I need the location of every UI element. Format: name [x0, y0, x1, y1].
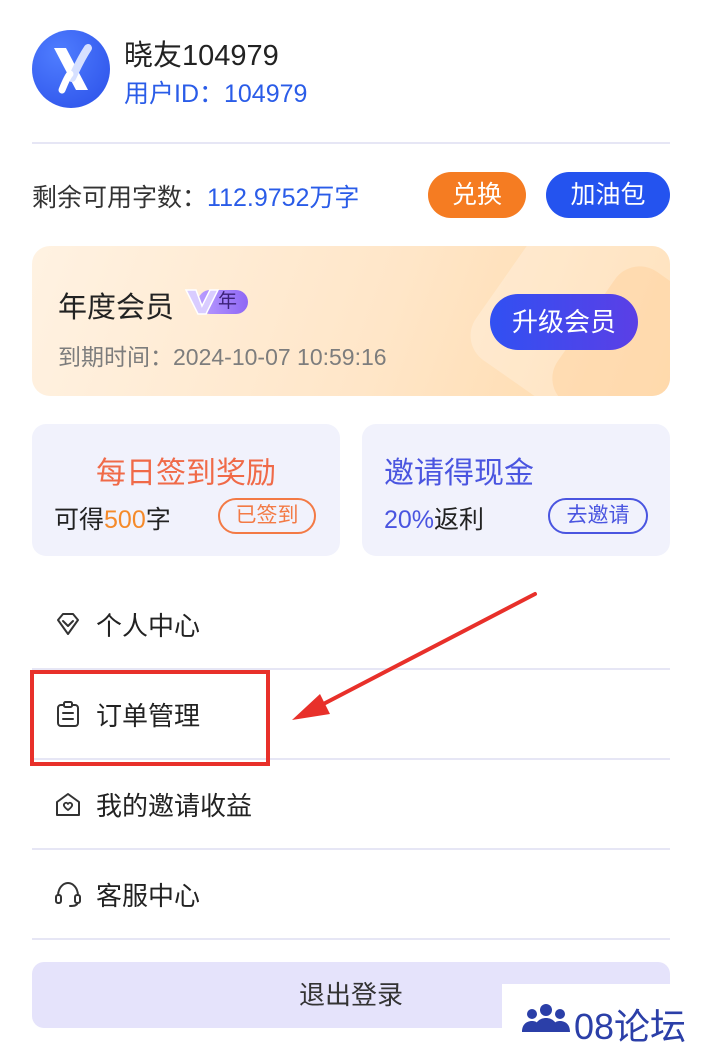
envelope-heart-icon — [56, 793, 80, 816]
diamond-icon — [57, 613, 79, 635]
red-arrow-annotation — [292, 592, 537, 720]
balance-value: 112.9752万字 — [207, 184, 360, 212]
balance-label: 剩余可用字数： — [32, 184, 208, 212]
avatar[interactable] — [32, 30, 110, 108]
invite-button[interactable]: 去邀请 — [548, 498, 648, 534]
invite-suffix: 返利 — [434, 506, 485, 534]
headset-icon — [55, 881, 81, 907]
checked-in-button[interactable]: 已签到 — [218, 498, 316, 534]
divider — [32, 142, 670, 144]
menu-label: 客服中心 — [96, 881, 201, 911]
expire-date: 到期时间：2024-10-07 10:59:16 — [58, 344, 387, 370]
vip-year-badge: 年 — [184, 286, 250, 316]
menu-label: 我的邀请收益 — [96, 791, 253, 821]
menu-item-my-invite-earnings[interactable]: 我的邀请收益 — [32, 758, 670, 848]
invite-title: 邀请得现金 — [384, 457, 534, 490]
divider — [32, 938, 670, 940]
upgrade-membership-button[interactable]: 升级会员 — [490, 294, 638, 350]
membership-card: 年度会员 年 到期时间：2024-10-07 10:59:16 升级会员 — [32, 246, 670, 396]
checkin-reward: 可得500字 — [54, 500, 171, 536]
watermark-text: 08论坛 — [574, 1006, 687, 1047]
refuel-pack-button[interactable]: 加油包 — [546, 172, 670, 218]
daily-checkin-card[interactable]: 每日签到奖励 可得500字 已签到 — [32, 424, 340, 556]
word-balance: 剩余可用字数：112.9752万字 — [32, 178, 359, 214]
checkin-suffix: 字 — [145, 506, 171, 534]
badge-year-text: 年 — [218, 291, 238, 312]
exchange-button[interactable]: 兑换 — [428, 172, 526, 218]
highlight-annotation-box — [30, 670, 270, 766]
invite-percent: 20% — [384, 506, 435, 534]
menu-item-customer-service[interactable]: 客服中心 — [32, 848, 670, 938]
username: 晓友104979 — [124, 40, 279, 72]
checkin-prefix: 可得 — [54, 506, 105, 534]
user-id: 用户ID：104979 — [124, 80, 308, 108]
checkin-amount: 500 — [104, 506, 146, 534]
account-panel: 晓友104979 用户ID：104979 剩余可用字数：112.9752万字 兑… — [0, 0, 702, 1050]
membership-title: 年度会员 — [58, 292, 175, 324]
menu-label: 个人中心 — [96, 611, 201, 641]
forum-watermark: 08论坛 — [502, 984, 702, 1050]
invite-rebate: 20%返利 — [384, 500, 484, 536]
users-group-icon — [522, 1004, 570, 1032]
invite-card[interactable]: 邀请得现金 20%返利 去邀请 — [362, 424, 670, 556]
checkin-title: 每日签到奖励 — [96, 457, 276, 490]
